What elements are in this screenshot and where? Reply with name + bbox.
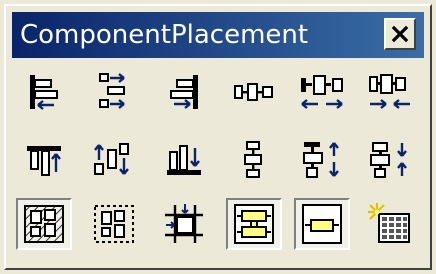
title-bar[interactable]: ComponentPlacement [12, 12, 424, 58]
close-button[interactable] [384, 18, 416, 50]
align-top-button[interactable] [16, 134, 72, 186]
align-horizontal-center-icon [94, 72, 134, 112]
arrange-within-rectangle-icon [93, 204, 135, 244]
grid-spark-icon [367, 202, 413, 246]
toggle-snap-icon [233, 203, 275, 245]
align-left-button[interactable] [16, 66, 72, 118]
increase-vertical-spacing-button[interactable] [294, 134, 350, 186]
arrange-within-rectangle-button[interactable] [86, 198, 142, 250]
align-right-button[interactable] [156, 66, 212, 118]
space-equally-vertical-button[interactable] [226, 134, 282, 186]
toggle-snap-button[interactable] [226, 198, 282, 250]
align-right-icon [164, 72, 204, 112]
decrease-horizontal-spacing-button[interactable] [362, 66, 418, 118]
toggle-single-icon [301, 203, 343, 245]
window-title: ComponentPlacement [20, 20, 309, 50]
space-equally-horizontal-button[interactable] [226, 66, 282, 118]
align-top-icon [24, 140, 64, 180]
decrease-vertical-spacing-button[interactable] [362, 134, 418, 186]
space-equally-vertical-icon [234, 140, 274, 180]
move-to-grid-button[interactable] [156, 198, 212, 250]
align-left-icon [24, 72, 64, 112]
align-vertical-center-button[interactable] [86, 134, 142, 186]
decrease-horizontal-spacing-icon [366, 72, 414, 112]
align-vertical-center-icon [92, 140, 136, 180]
move-to-grid-icon [163, 203, 205, 245]
close-icon [391, 25, 409, 43]
increase-vertical-spacing-icon [300, 140, 344, 180]
increase-horizontal-spacing-button[interactable] [294, 66, 350, 118]
align-bottom-icon [164, 140, 204, 180]
decrease-vertical-spacing-icon [368, 140, 412, 180]
align-bottom-button[interactable] [156, 134, 212, 186]
grid-spark-button[interactable] [362, 198, 418, 250]
toggle-single-button[interactable] [294, 198, 350, 250]
arrange-within-area-button[interactable] [16, 198, 72, 250]
arrange-within-area-icon [23, 204, 65, 244]
increase-horizontal-spacing-icon [298, 72, 346, 112]
align-horizontal-center-button[interactable] [86, 66, 142, 118]
space-equally-horizontal-icon [232, 72, 276, 112]
